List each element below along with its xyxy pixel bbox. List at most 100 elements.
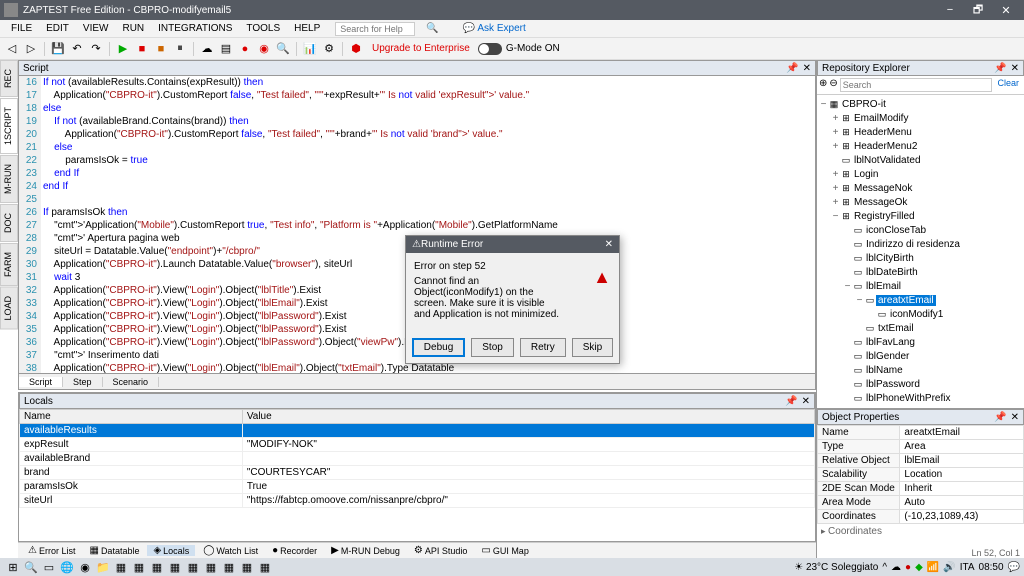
notifications-icon[interactable]: 💬 xyxy=(1008,562,1020,573)
prop-row[interactable]: Area ModeAuto xyxy=(818,496,1024,510)
tray-chevron-icon[interactable]: ^ xyxy=(882,562,887,573)
locals-row[interactable]: brand"COURTESYCAR" xyxy=(20,466,815,480)
locals-row[interactable]: availableResults xyxy=(20,424,815,438)
repo-clear-link[interactable]: Clear xyxy=(994,78,1022,92)
menu-view[interactable]: VIEW xyxy=(76,23,116,34)
panel-close-icon[interactable]: ✕ xyxy=(1011,412,1019,423)
menu-edit[interactable]: EDIT xyxy=(39,23,76,34)
tree-twisty-icon[interactable]: + xyxy=(831,113,840,124)
weather-widget[interactable]: ☀ 23°C Soleggiato xyxy=(794,562,878,573)
prop-row[interactable]: TypeArea xyxy=(818,440,1024,454)
panel-close-icon[interactable]: ✕ xyxy=(803,63,811,74)
tree-node[interactable]: +⊞Login xyxy=(819,167,1022,181)
prop-row[interactable]: 2DE Scan ModeInherit xyxy=(818,482,1024,496)
help-search-input[interactable] xyxy=(335,22,415,36)
restore-button[interactable]: 🗗 xyxy=(964,1,992,20)
scan-icon[interactable]: ▤ xyxy=(218,41,234,57)
app7-icon[interactable]: ▦ xyxy=(220,558,238,576)
cloud-icon[interactable]: ☁ xyxy=(199,41,215,57)
locals-row[interactable]: expResult"MODIFY-NOK" xyxy=(20,438,815,452)
tree-node[interactable]: +⊞HeaderMenu xyxy=(819,125,1022,139)
tree-node[interactable]: +⊞MessageOk xyxy=(819,195,1022,209)
repo-tree[interactable]: −▦CBPRO-it+⊞EmailModify+⊞HeaderMenu+⊞Hea… xyxy=(817,95,1024,406)
bottom-tab[interactable]: ●Recorder xyxy=(266,545,323,556)
system-tray[interactable]: ☀ 23°C Soleggiato ^ ☁ ● ◆ 📶 🔊 ITA 08:50 … xyxy=(794,562,1020,573)
pause-icon[interactable]: ⏸ xyxy=(172,41,188,57)
app4-icon[interactable]: ▦ xyxy=(166,558,184,576)
prop-row[interactable]: NameareatxtEmail xyxy=(818,426,1024,440)
tree-node[interactable]: −▭areatxtEmail xyxy=(819,293,1022,307)
tree-node[interactable]: −⊞RegistryFilled xyxy=(819,209,1022,223)
repo-search-input[interactable] xyxy=(840,78,993,92)
prop-row[interactable]: ScalabilityLocation xyxy=(818,468,1024,482)
tree-node[interactable]: ▭txtEmail xyxy=(819,321,1022,335)
save-icon[interactable]: 💾 xyxy=(50,41,66,57)
tree-node[interactable]: −▦CBPRO-it xyxy=(819,97,1022,111)
bottom-tab[interactable]: ⚠Error List xyxy=(22,545,81,556)
ask-expert-link[interactable]: Ask Expert xyxy=(456,23,533,34)
gmode-toggle[interactable]: G-Mode ON xyxy=(478,43,560,55)
redo-icon[interactable]: ↷ xyxy=(88,41,104,57)
record2-icon[interactable]: ◉ xyxy=(256,41,272,57)
tree-twisty-icon[interactable]: + xyxy=(831,127,840,138)
tree-node[interactable]: ▭lblRule1 xyxy=(819,405,1022,406)
tab-rec[interactable]: REC xyxy=(0,60,18,97)
explorer-icon[interactable]: 📁 xyxy=(94,558,112,576)
play-icon[interactable]: ▶ xyxy=(115,41,131,57)
tree-twisty-icon[interactable]: + xyxy=(831,169,840,180)
stop-button[interactable]: Stop xyxy=(471,338,514,357)
switch-icon[interactable] xyxy=(478,43,502,55)
pin-icon[interactable]: 📌 xyxy=(994,412,1006,423)
menu-integrations[interactable]: INTEGRATIONS xyxy=(151,23,239,34)
tree-node[interactable]: ▭lblCityBirth xyxy=(819,251,1022,265)
retry-button[interactable]: Retry xyxy=(520,338,566,357)
app9-icon[interactable]: ▦ xyxy=(256,558,274,576)
search-icon[interactable]: 🔍 xyxy=(419,23,445,34)
start-icon[interactable]: ⊞ xyxy=(4,558,22,576)
skip-button[interactable]: Skip xyxy=(572,338,613,357)
pin-icon[interactable]: 📌 xyxy=(994,63,1006,74)
app5-icon[interactable]: ▦ xyxy=(184,558,202,576)
chrome-icon[interactable]: ◉ xyxy=(76,558,94,576)
collapse-icon[interactable]: ⊖ xyxy=(829,78,837,92)
search-icon[interactable]: 🔍 xyxy=(22,558,40,576)
record-icon[interactable]: ● xyxy=(237,41,253,57)
bottom-tab[interactable]: ◈Locals xyxy=(147,545,195,556)
taskview-icon[interactable]: ▭ xyxy=(40,558,58,576)
code-tab-step[interactable]: Step xyxy=(63,377,103,387)
expand-icon[interactable]: ⊕ xyxy=(819,78,827,92)
dialog-titlebar[interactable]: ⚠ Runtime Error ✕ xyxy=(406,236,619,253)
prop-row[interactable]: Coordinates(-10,23,1089,43) xyxy=(818,510,1024,524)
onedrive-icon[interactable]: ☁ xyxy=(891,562,901,573)
app3-icon[interactable]: ▦ xyxy=(148,558,166,576)
zoom-icon[interactable]: 🔍 xyxy=(275,41,291,57)
tree-twisty-icon[interactable]: + xyxy=(831,183,840,194)
bottom-tab[interactable]: ▦Datatable xyxy=(83,545,145,556)
locals-row[interactable]: siteUrl"https://fabtcp.omoove.com/nissan… xyxy=(20,494,815,508)
bottom-tab[interactable]: ▭GUI Map xyxy=(475,545,534,556)
dialog-close-icon[interactable]: ✕ xyxy=(605,239,613,250)
tree-node[interactable]: ▭iconModify1 xyxy=(819,307,1022,321)
col-value[interactable]: Value xyxy=(242,410,814,424)
tree-node[interactable]: ▭lblPhoneWithPrefix xyxy=(819,391,1022,405)
forward-icon[interactable]: ▷ xyxy=(23,41,39,57)
menu-file[interactable]: FILE xyxy=(4,23,39,34)
chart-icon[interactable]: 📊 xyxy=(302,41,318,57)
tab-farm[interactable]: FARM xyxy=(0,243,18,286)
tree-node[interactable]: +⊞HeaderMenu2 xyxy=(819,139,1022,153)
back-icon[interactable]: ◁ xyxy=(4,41,20,57)
tree-node[interactable]: ▭lblName xyxy=(819,363,1022,377)
tree-node[interactable]: +⊞EmailModify xyxy=(819,111,1022,125)
volume-icon[interactable]: 🔊 xyxy=(943,562,955,573)
locals-row[interactable]: paramsIsOkTrue xyxy=(20,480,815,494)
bottom-tab[interactable]: ⚙API Studio xyxy=(408,545,474,556)
tab-1script[interactable]: 1SCRIPT xyxy=(0,98,18,154)
gear-icon[interactable]: ⚙ xyxy=(321,41,337,57)
code-tab-script[interactable]: Script xyxy=(19,377,63,387)
tree-node[interactable]: ▭lblFavLang xyxy=(819,335,1022,349)
tree-node[interactable]: ▭iconCloseTab xyxy=(819,223,1022,237)
minimize-button[interactable]: − xyxy=(936,4,964,16)
menu-help[interactable]: HELP xyxy=(287,23,327,34)
windows-taskbar[interactable]: ⊞ 🔍 ▭ 🌐 ◉ 📁 ▦ ▦ ▦ ▦ ▦ ▦ ▦ ▦ ▦ ☀ 23°C Sol… xyxy=(0,558,1024,576)
tree-twisty-icon[interactable]: + xyxy=(831,141,840,152)
